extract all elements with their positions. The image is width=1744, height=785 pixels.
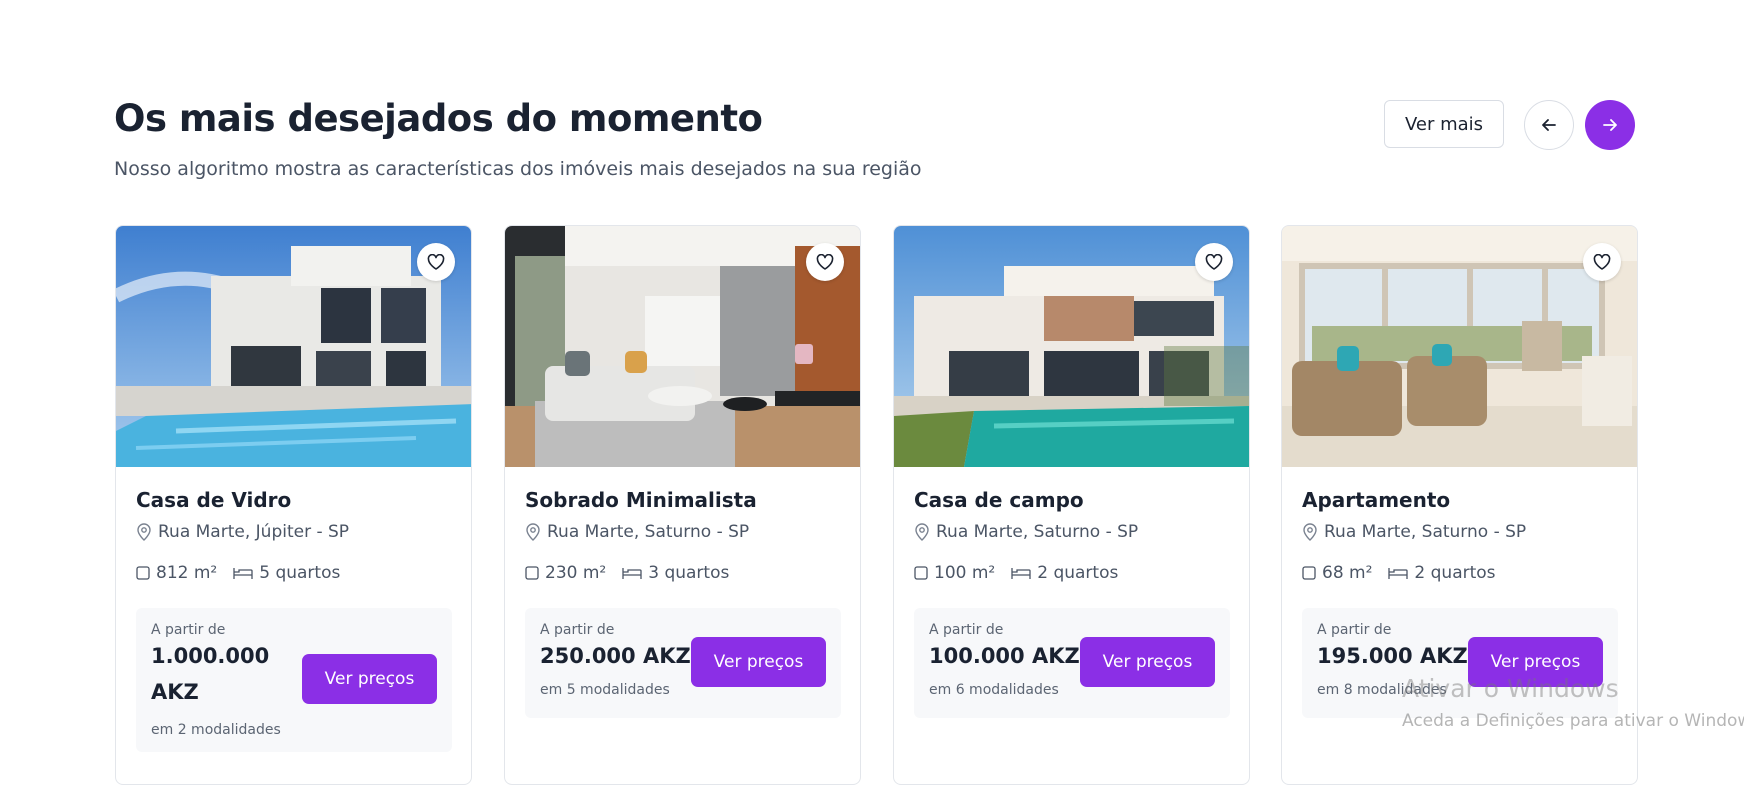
- heart-icon: [427, 254, 445, 270]
- bed-icon: [622, 568, 642, 579]
- area-text: 812 m²: [156, 563, 218, 583]
- price-box: A partir de 1.000.000 AKZ em 2 modalidad…: [136, 608, 452, 752]
- property-card[interactable]: Casa de campo Rua Marte, Saturno - SP 10…: [893, 225, 1250, 785]
- price-from-label: A partir de: [151, 622, 226, 638]
- modes-count: em 2 modalidades: [151, 722, 281, 738]
- area-text: 68 m²: [1322, 563, 1373, 583]
- area-feature: 230 m²: [525, 563, 606, 583]
- area-feature: 100 m²: [914, 563, 995, 583]
- address-text: Rua Marte, Saturno - SP: [547, 522, 750, 542]
- rooms-text: 3 quartos: [648, 563, 730, 583]
- windows-activation-text: Aceda a Definições para ativar o Windows…: [1402, 711, 1744, 731]
- price-value: 100.000 AKZ: [929, 644, 1080, 668]
- price-value: 195.000 AKZ: [1317, 644, 1468, 668]
- heart-icon: [1205, 254, 1223, 270]
- location-pin-icon: [915, 523, 929, 541]
- property-features: 100 m² 2 quartos: [914, 563, 1134, 583]
- address-text: Rua Marte, Saturno - SP: [1324, 522, 1527, 542]
- see-prices-button[interactable]: Ver preços: [302, 654, 437, 704]
- property-name: Apartamento: [1302, 488, 1451, 512]
- rooms-text: 2 quartos: [1414, 563, 1496, 583]
- rooms-feature: 2 quartos: [1011, 563, 1118, 583]
- location-pin-icon: [526, 523, 540, 541]
- property-image[interactable]: [505, 226, 860, 467]
- property-features: 812 m² 5 quartos: [136, 563, 356, 583]
- see-prices-button[interactable]: Ver preços: [691, 637, 826, 687]
- most-wanted-section: Os mais desejados do momento Nosso algor…: [0, 0, 1744, 785]
- location-pin-icon: [1303, 523, 1317, 541]
- area-text: 100 m²: [934, 563, 996, 583]
- property-name: Casa de campo: [914, 488, 1084, 512]
- property-features: 68 m² 2 quartos: [1302, 563, 1512, 583]
- property-image[interactable]: [1282, 226, 1637, 467]
- location-pin-icon: [137, 523, 151, 541]
- bed-icon: [1011, 568, 1031, 579]
- area-icon: [1302, 566, 1316, 580]
- rooms-feature: 3 quartos: [622, 563, 729, 583]
- modes-count: em 5 modalidades: [540, 682, 670, 698]
- property-features: 230 m² 3 quartos: [525, 563, 745, 583]
- property-address: Rua Marte, Saturno - SP: [525, 522, 749, 542]
- favorite-button[interactable]: [1583, 243, 1621, 281]
- favorite-button[interactable]: [417, 243, 455, 281]
- heart-icon: [816, 254, 834, 270]
- price-from-label: A partir de: [540, 622, 615, 638]
- property-name: Casa de Vidro: [136, 488, 292, 512]
- area-icon: [136, 566, 150, 580]
- next-button[interactable]: [1585, 100, 1635, 150]
- modes-count: em 6 modalidades: [929, 682, 1059, 698]
- price-from-label: A partir de: [929, 622, 1004, 638]
- area-icon: [525, 566, 539, 580]
- price-box: A partir de 250.000 AKZ em 5 modalidades…: [525, 608, 841, 718]
- bed-icon: [233, 568, 253, 579]
- section-title: Os mais desejados do momento: [114, 97, 763, 140]
- address-text: Rua Marte, Júpiter - SP: [158, 522, 350, 542]
- windows-activation-title: Ativar o Windows: [1402, 674, 1619, 703]
- area-text: 230 m²: [545, 563, 607, 583]
- price-value: 1.000.000 AKZ: [151, 644, 270, 704]
- price-box: A partir de 100.000 AKZ em 6 modalidades…: [914, 608, 1230, 718]
- area-icon: [914, 566, 928, 580]
- area-feature: 68 m²: [1302, 563, 1372, 583]
- favorite-button[interactable]: [1195, 243, 1233, 281]
- bed-icon: [1388, 568, 1409, 579]
- rooms-text: 2 quartos: [1037, 563, 1119, 583]
- property-card[interactable]: Sobrado Minimalista Rua Marte, Saturno -…: [504, 225, 861, 785]
- property-image[interactable]: [116, 226, 471, 467]
- section-subtitle: Nosso algoritmo mostra as característica…: [114, 158, 922, 180]
- property-address: Rua Marte, Saturno - SP: [1302, 522, 1526, 542]
- address-text: Rua Marte, Saturno - SP: [936, 522, 1139, 542]
- property-image[interactable]: [894, 226, 1249, 467]
- property-address: Rua Marte, Saturno - SP: [914, 522, 1138, 542]
- see-more-button[interactable]: Ver mais: [1384, 100, 1504, 148]
- rooms-feature: 5 quartos: [233, 563, 340, 583]
- property-address: Rua Marte, Júpiter - SP: [136, 522, 349, 542]
- see-prices-button[interactable]: Ver preços: [1080, 637, 1215, 687]
- property-card[interactable]: Casa de Vidro Rua Marte, Júpiter - SP 81…: [115, 225, 472, 785]
- favorite-button[interactable]: [806, 243, 844, 281]
- rooms-feature: 2 quartos: [1388, 563, 1496, 583]
- area-feature: 812 m²: [136, 563, 217, 583]
- heart-icon: [1593, 254, 1611, 270]
- previous-button[interactable]: [1524, 100, 1574, 150]
- property-name: Sobrado Minimalista: [525, 488, 757, 512]
- price-from-label: A partir de: [1317, 622, 1392, 638]
- arrow-left-icon: [1542, 119, 1556, 131]
- price-value: 250.000 AKZ: [540, 644, 691, 668]
- arrow-right-icon: [1603, 119, 1617, 131]
- rooms-text: 5 quartos: [259, 563, 341, 583]
